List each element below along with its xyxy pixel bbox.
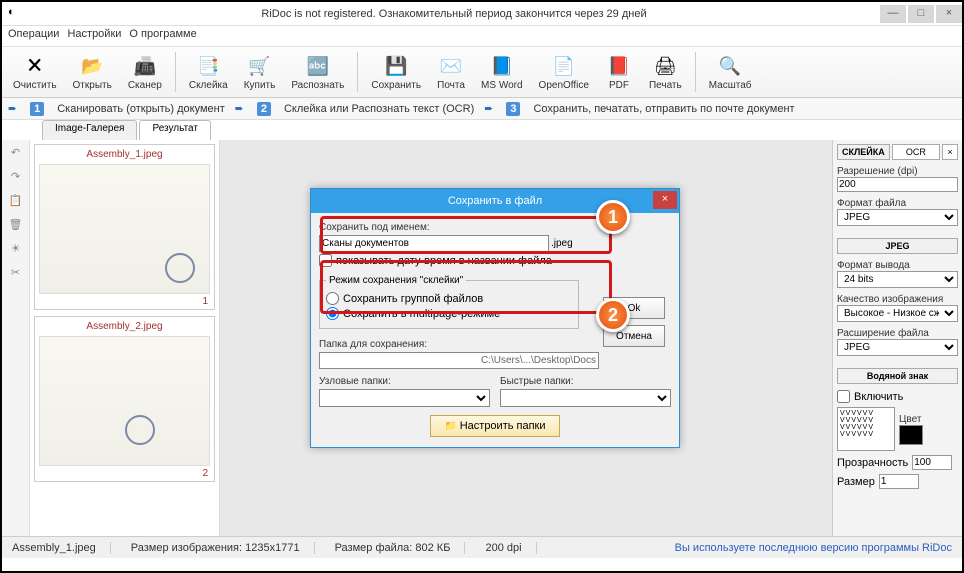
quick-folders-select[interactable] (500, 389, 671, 407)
status-file: Assembly_1.jpeg (12, 542, 111, 554)
thumbnails-panel: Assembly_1.jpeg 1 Assembly_2.jpeg 2 (30, 140, 220, 536)
save-mode-fieldset: Режим сохранения "склейки" Сохранить гру… (319, 275, 579, 329)
arrow-icon: ➨ (235, 102, 244, 115)
close-button[interactable]: × (936, 5, 962, 23)
dialog-close-button[interactable]: × (653, 191, 677, 209)
thumbnail-2[interactable]: Assembly_2.jpeg 2 (34, 316, 215, 482)
thumb-image (39, 336, 210, 466)
resolution-input[interactable] (837, 177, 958, 192)
oo-button[interactable]: 📄OpenOffice (532, 51, 596, 94)
arrow-icon: ➨ (8, 102, 17, 115)
rtab-ocr[interactable]: OCR (892, 144, 940, 160)
tab-gallery[interactable]: Image-Галерея (42, 120, 137, 140)
window-title: RiDoc is not registered. Ознакомительный… (242, 8, 666, 20)
titlebar: ◐ RiDoc is not registered. Ознакомительн… (2, 2, 962, 26)
status-version-link[interactable]: Вы используете последнюю версию программ… (675, 542, 952, 554)
scanner-button[interactable]: 📠Сканер (121, 51, 169, 94)
wm-color-swatch[interactable] (899, 425, 923, 445)
step-2-label: Склейка или Распознать текст (OCR) (284, 103, 474, 115)
left-toolbar: ↶ ↷ 📋 🗑 ☀ ✂ (2, 140, 30, 536)
menubar: Операции Настройки О программе (2, 26, 962, 46)
save-button[interactable]: 💾Сохранить (364, 51, 428, 94)
rtab-watermark[interactable]: Водяной знак (837, 368, 958, 384)
statusbar: Assembly_1.jpeg Размер изображения: 1235… (2, 536, 962, 558)
output-select[interactable]: 24 bits (837, 271, 958, 288)
status-filesize: Размер файла: 802 КБ (335, 542, 466, 554)
wm-size-input[interactable] (879, 474, 919, 489)
zoom-button[interactable]: 🔍Масштаб (702, 51, 759, 94)
main-tabs: Image-Галерея Результат (2, 120, 962, 140)
ext-select[interactable]: JPEG (837, 339, 958, 356)
rtab-glue[interactable]: СКЛЕЙКА (837, 144, 890, 160)
thumbnail-1[interactable]: Assembly_1.jpeg 1 (34, 144, 215, 310)
rotate-right-icon[interactable]: ↷ (7, 170, 25, 188)
menu-settings[interactable]: Настройки (67, 28, 121, 44)
thumb-image (39, 164, 210, 294)
dialog-title: Сохранить в файл × (311, 189, 679, 213)
save-dialog: Сохранить в файл × Сохранить под именем:… (310, 188, 680, 448)
wm-enable-checkbox[interactable] (837, 390, 850, 403)
wm-opacity-input[interactable] (912, 455, 952, 470)
filename-label: Сохранить под именем: (319, 222, 671, 233)
steps-bar: ➨1Сканировать (открыть) документ ➨2Склей… (2, 98, 962, 120)
buy-button[interactable]: 🛒Купить (237, 51, 283, 94)
mode-multipage-radio[interactable] (326, 307, 339, 320)
rtab-close[interactable]: × (942, 144, 958, 160)
rtab-jpeg[interactable]: JPEG (837, 238, 958, 254)
mode-group-radio[interactable] (326, 292, 339, 305)
status-dpi: 200 dpi (485, 542, 536, 554)
wm-preview: VVVVVV VVVVVV VVVVVV VVVVVV (837, 407, 895, 451)
rotate-left-icon[interactable]: ↶ (7, 146, 25, 164)
step-1-label: Сканировать (открыть) документ (57, 103, 225, 115)
open-button[interactable]: 📂Открыть (66, 51, 119, 94)
print-button[interactable]: 🖨Печать (642, 51, 689, 94)
pdf-button[interactable]: 📕PDF (598, 51, 640, 94)
minimize-button[interactable]: — (880, 5, 906, 23)
status-imgsize: Размер изображения: 1235x1771 (131, 542, 315, 554)
brightness-icon[interactable]: ☀ (7, 242, 25, 260)
format-select[interactable]: JPEG (837, 209, 958, 226)
mail-button[interactable]: ✉️Почта (430, 51, 472, 94)
menu-operations[interactable]: Операции (8, 28, 59, 44)
node-folders-select[interactable] (319, 389, 490, 407)
cancel-button[interactable]: Отмена (603, 325, 665, 347)
menu-about[interactable]: О программе (129, 28, 196, 44)
copy-icon[interactable]: 📋 (7, 194, 25, 212)
show-datetime-checkbox[interactable] (319, 254, 332, 267)
ocr-button[interactable]: 🔤Распознать (284, 51, 351, 94)
delete-icon[interactable]: 🗑 (7, 218, 25, 236)
folder-input[interactable] (319, 352, 599, 369)
right-panel: СКЛЕЙКА OCR × Разрешение (dpi) Формат фа… (832, 140, 962, 536)
crop-icon[interactable]: ✂ (7, 266, 25, 284)
ok-button[interactable]: Ok (603, 297, 665, 319)
step-3-label: Сохранить, печатать, отправить по почте … (533, 103, 794, 115)
arrow-icon: ➨ (484, 102, 493, 115)
toolbar: 🗙Очистить 📂Открыть 📠Сканер 📑Склейка 🛒Куп… (2, 46, 962, 98)
glue-button[interactable]: 📑Склейка (182, 51, 235, 94)
filename-input[interactable] (319, 235, 549, 252)
clear-button[interactable]: 🗙Очистить (6, 51, 64, 94)
tab-result[interactable]: Результат (139, 120, 210, 140)
maximize-button[interactable]: □ (908, 5, 934, 23)
app-icon: ◐ (8, 6, 24, 22)
word-button[interactable]: 📘MS Word (474, 51, 530, 94)
configure-folders-button[interactable]: 📁 Настроить папки (430, 415, 560, 437)
quality-select[interactable]: Высокое - Низкое сжа (837, 305, 958, 322)
